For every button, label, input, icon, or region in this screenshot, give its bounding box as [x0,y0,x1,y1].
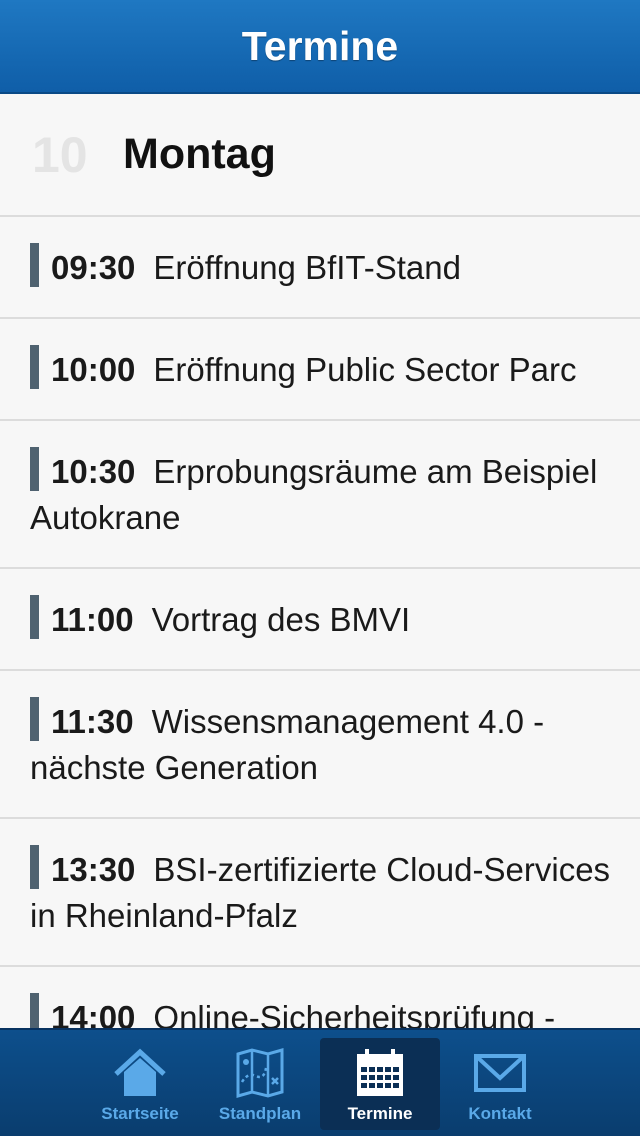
event-item[interactable]: 13:30 BSI-zertifizierte Cloud-Services in… [0,819,640,967]
tab-label: Startseite [101,1104,179,1123]
event-time: 09:30 [51,249,136,286]
tab-termine[interactable]: Termine [320,1038,440,1130]
home-icon [114,1048,166,1096]
event-marker [30,845,39,889]
event-marker [30,595,39,639]
day-header: 10 Montag [0,94,640,217]
event-marker [30,697,39,741]
event-time: 14:00 [51,999,136,1028]
event-item[interactable]: 10:00 Eröffnung Public Sector Parc [0,319,640,421]
event-title: Eröffnung Public Sector Parc [153,351,577,388]
event-time: 11:00 [51,601,134,638]
tab-standplan[interactable]: Standplan [200,1030,320,1136]
page-title: Termine [241,22,399,69]
event-time: 10:30 [51,453,136,490]
event-time: 13:30 [51,851,136,888]
event-item[interactable]: 14:00 Online-Sicherheitsprüfung - [0,967,640,1028]
event-title: Online-Sicherheitsprüfung - [153,999,556,1028]
tab-label: Kontakt [468,1104,532,1123]
tab-kontakt[interactable]: Kontakt [440,1030,560,1136]
day-number: 10 [32,126,88,183]
mail-icon [474,1054,526,1092]
event-item[interactable]: 09:30 Eröffnung BfIT-Stand [0,217,640,319]
event-marker [30,243,39,287]
event-title: Eröffnung BfIT-Stand [153,249,461,286]
event-time: 10:00 [51,351,136,388]
day-name: Montag [123,130,276,178]
event-marker [30,345,39,389]
map-icon [236,1048,284,1098]
nav-bar: Termine [0,0,640,94]
tab-bar: Startseite Standplan Termine Kontakt [0,1028,640,1136]
event-marker [30,447,39,491]
tab-startseite[interactable]: Startseite [80,1030,200,1136]
event-item[interactable]: 11:00 Vortrag des BMVI [0,569,640,671]
event-item[interactable]: 10:30 Erprobungsräume am Beispiel Autokra… [0,421,640,569]
event-marker [30,993,39,1028]
event-title: Vortrag des BMVI [151,601,411,638]
tab-label: Termine [347,1104,413,1123]
schedule-list[interactable]: 10 Montag 09:30 Eröffnung BfIT-Stand 10:0… [0,94,640,1028]
event-time: 11:30 [51,703,134,740]
event-item[interactable]: 11:30 Wissensmanagement 4.0 - nächste Gen… [0,671,640,819]
tab-label: Standplan [218,1104,302,1123]
calendar-icon [357,1049,403,1096]
